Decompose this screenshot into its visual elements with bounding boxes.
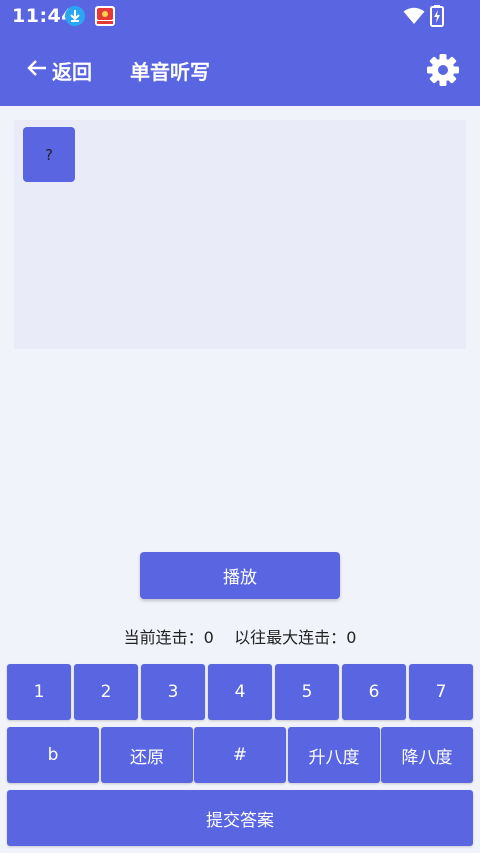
streak-line: 当前连击：0 以往最大连击：0 [0, 624, 480, 648]
download-icon [65, 6, 85, 26]
answer-slot[interactable]: ? [23, 127, 75, 182]
natural-key[interactable]: 还原 [101, 727, 193, 783]
octave-down-key[interactable]: 降八度 [381, 727, 473, 783]
answer-area: ? [14, 120, 466, 349]
wifi-icon [403, 7, 425, 29]
note-key-7[interactable]: 7 [409, 664, 473, 720]
submit-answer-button[interactable]: 提交答案 [7, 790, 473, 846]
back-arrow-icon [26, 58, 48, 82]
best-streak-value: 0 [346, 628, 357, 647]
note-key-5[interactable]: 5 [275, 664, 339, 720]
status-bar: 11:44 [0, 0, 480, 32]
settings-button[interactable] [425, 52, 461, 88]
note-key-6[interactable]: 6 [342, 664, 406, 720]
note-key-3[interactable]: 3 [141, 664, 205, 720]
note-key-2[interactable]: 2 [74, 664, 138, 720]
current-streak-value: 0 [203, 628, 214, 647]
flat-key[interactable]: b [7, 727, 99, 783]
back-label: 返回 [52, 59, 92, 84]
gear-icon [425, 54, 461, 92]
app-bar: 返回 单音听写 [0, 32, 480, 106]
current-streak-label: 当前连击： [123, 628, 204, 647]
note-key-4[interactable]: 4 [208, 664, 272, 720]
sharp-key[interactable]: # [194, 727, 286, 783]
battery-charging-icon [430, 5, 444, 31]
app-notification-icon [95, 6, 115, 26]
play-button[interactable]: 播放 [140, 552, 340, 599]
page-title: 单音听写 [130, 60, 210, 84]
best-streak-label: 以往最大连击： [234, 628, 347, 647]
back-button[interactable]: 返回 [26, 56, 92, 84]
octave-up-key[interactable]: 升八度 [288, 727, 380, 783]
note-key-1[interactable]: 1 [7, 664, 71, 720]
